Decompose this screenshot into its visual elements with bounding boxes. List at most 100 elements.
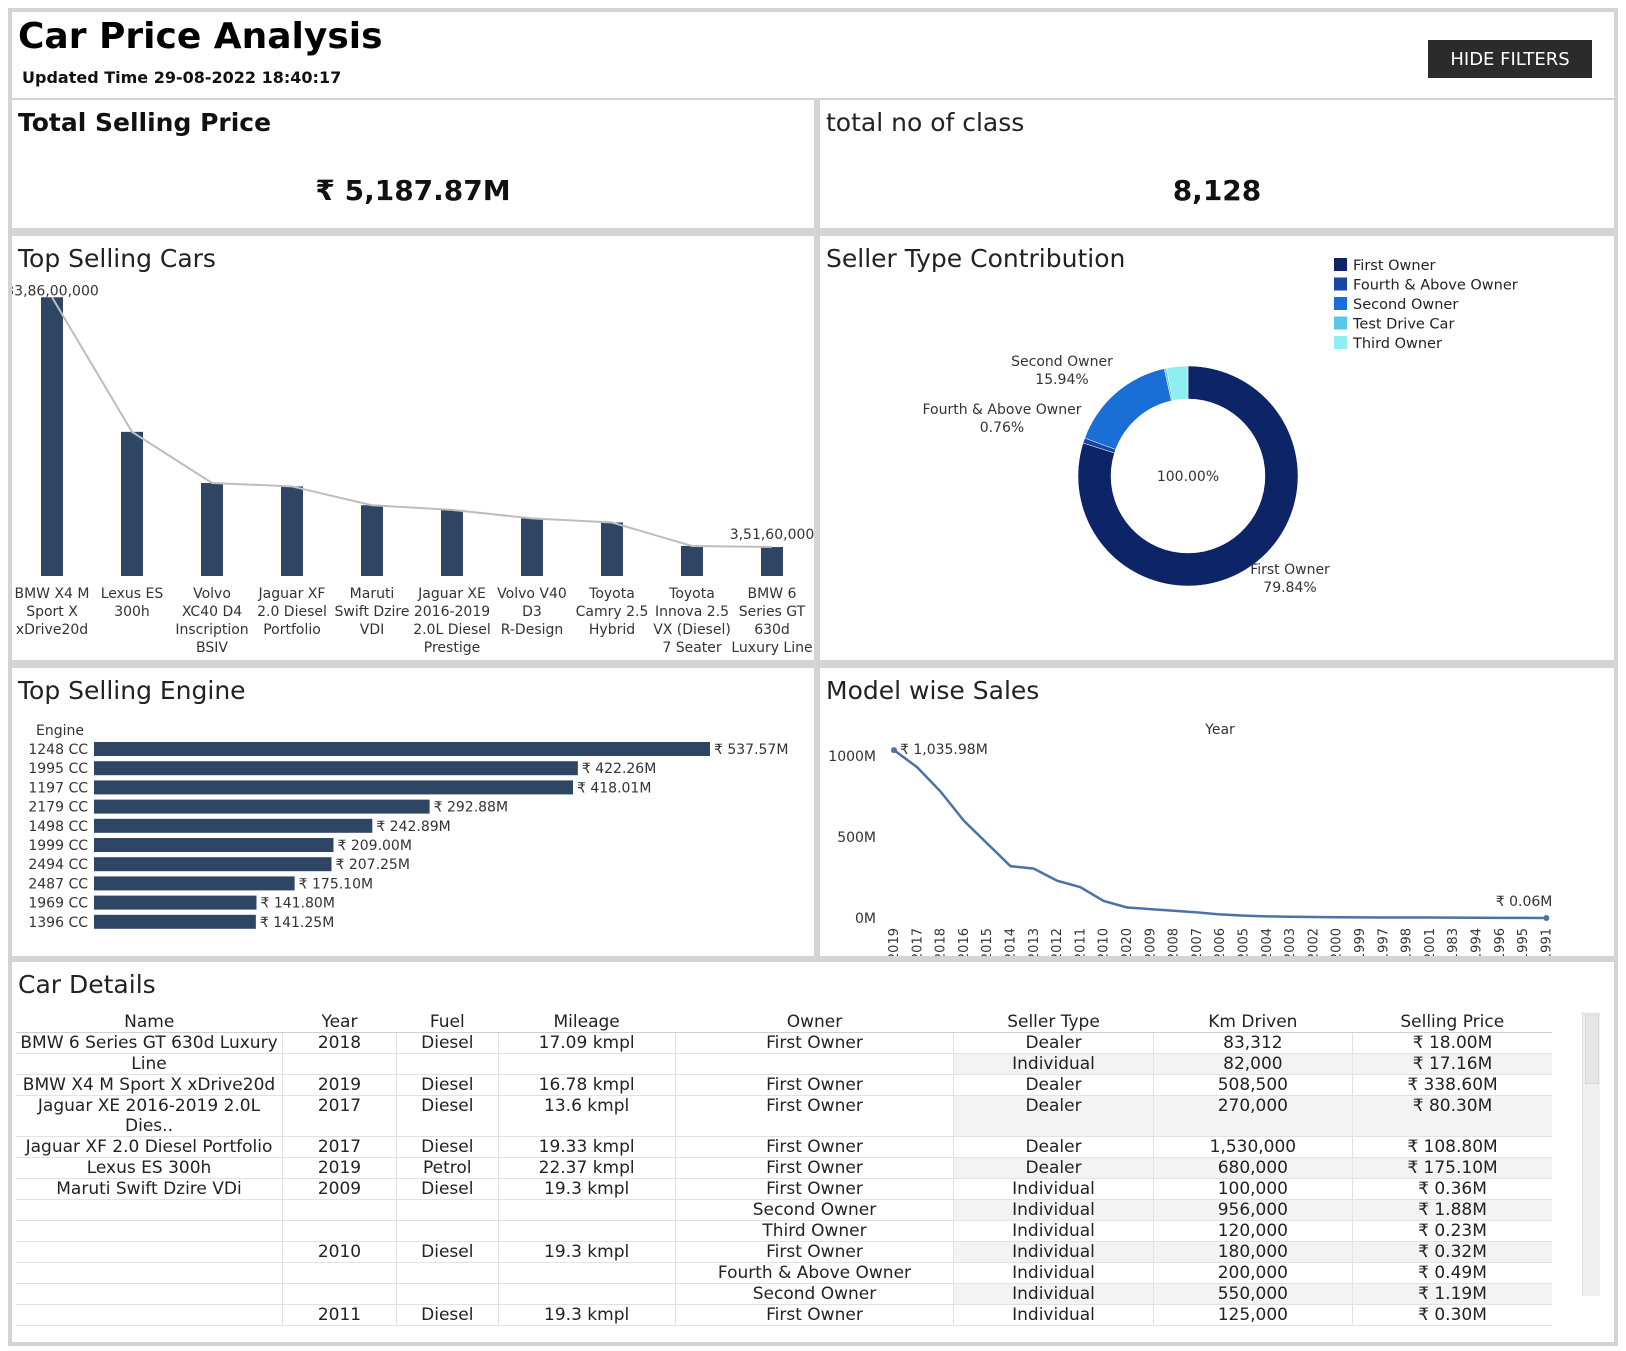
table-row[interactable]: Fourth & Above Owner Individual 200,000 ₹ 0… <box>16 1262 1552 1284</box>
category-label: 1197 CC <box>28 780 88 796</box>
table-cell-price: ₹ 1.88M <box>1352 1199 1552 1221</box>
column-header[interactable]: Mileage <box>498 1012 676 1033</box>
table-row[interactable]: 2010 Diesel 19.3 kmpl First Owner Individual… <box>16 1241 1552 1263</box>
kpi-title: total no of class <box>826 108 1025 137</box>
kpi-title: Total Selling Price <box>18 108 272 137</box>
category-label: 1995 CC <box>28 761 88 777</box>
x-tick-label: 2014 <box>1004 928 1019 956</box>
legend-label: Second Owner <box>1353 297 1458 313</box>
category-label: 300h <box>114 604 150 620</box>
category-label: Jaguar XF <box>258 586 326 602</box>
bar <box>441 509 463 576</box>
category-label: BMW X4 M <box>14 586 89 602</box>
bar <box>361 505 383 576</box>
x-tick-label: 2004 <box>1260 928 1275 956</box>
table-cell-fuel <box>395 1220 499 1242</box>
table-cell-seller: Individual <box>953 1178 1154 1200</box>
table-cell-year: 2019 <box>282 1157 397 1179</box>
x-tick-label: 1994 <box>1470 928 1485 956</box>
x-tick-label: 1997 <box>1376 928 1391 956</box>
kpi-value: ₹ 5,187.87M <box>315 174 511 207</box>
column-header[interactable]: Selling Price <box>1352 1012 1552 1033</box>
data-label: ₹ 1,035.98M <box>900 742 988 758</box>
table-cell-owner: First Owner <box>674 1074 954 1096</box>
table-row[interactable]: Maruti Swift Dzire VDi 2009 Diesel 19.3 kmp… <box>16 1178 1552 1200</box>
table-cell-price: ₹ 18.00M <box>1352 1032 1552 1054</box>
category-label: Swift Dzire <box>335 604 410 620</box>
table-cell-seller: Dealer <box>953 1136 1154 1158</box>
table-row[interactable]: 2011 Diesel 19.3 kmpl First Owner Individual… <box>16 1304 1552 1326</box>
table-cell-fuel: Diesel <box>395 1074 499 1096</box>
table-row[interactable]: Jaguar XE 2016-2019 2.0L Dies.. 2017 Diese… <box>16 1095 1552 1137</box>
category-label: Hybrid <box>589 622 635 638</box>
table-row[interactable]: Jaguar XF 2.0 Diesel Portfolio 2017 Diesel… <box>16 1136 1552 1158</box>
table-row[interactable]: Line Individual 82,000 ₹ 17.16M <box>16 1053 1552 1075</box>
category-label: Toyota <box>668 586 715 602</box>
category-label: 1969 CC <box>28 896 88 912</box>
table-cell-owner <box>674 1053 954 1075</box>
x-tick-label: 2020 <box>1120 928 1135 956</box>
column-header[interactable]: Year <box>282 1012 397 1033</box>
table-cell-km: 125,000 <box>1152 1304 1353 1326</box>
table-scrollbar[interactable] <box>1582 1012 1600 1296</box>
data-label: ₹ 209.00M <box>337 838 411 854</box>
slice-value-label: 0.76% <box>980 420 1024 436</box>
category-label: BSIV <box>196 640 228 656</box>
table-cell-name: Line <box>16 1053 283 1075</box>
table-cell-km: 1,530,000 <box>1152 1136 1353 1158</box>
data-label: ₹ 292.88M <box>434 800 508 816</box>
trend-line <box>51 296 773 549</box>
table-cell-seller: Individual <box>953 1053 1154 1075</box>
table-row[interactable]: BMW 6 Series GT 630d Luxury 2018 Diesel 17.… <box>16 1032 1552 1054</box>
table-cell-fuel: Diesel <box>395 1095 499 1137</box>
bar <box>41 297 63 576</box>
column-header[interactable]: Seller Type <box>953 1012 1154 1033</box>
column-header[interactable]: Fuel <box>396 1012 499 1033</box>
category-label: Luxury Line <box>731 640 812 656</box>
table-cell-mileage <box>497 1262 676 1284</box>
legend-swatch <box>1334 277 1347 291</box>
table-cell-seller: Individual <box>953 1283 1154 1305</box>
model-wise-sales-panel: Model wise Sales Year 0M 500M 1000M ₹ 1,035.… <box>820 668 1614 956</box>
table-row[interactable]: Second Owner Individual 956,000 ₹ 1.88M <box>16 1199 1552 1221</box>
x-tick-label: 1983 <box>1446 928 1461 956</box>
bar <box>681 545 703 576</box>
x-tick-label: 1995 <box>1516 928 1531 956</box>
column-header[interactable]: Owner <box>675 1012 954 1033</box>
x-tick-label: 2019 <box>887 928 902 956</box>
column-header[interactable]: Km Driven <box>1153 1012 1353 1033</box>
sales-line <box>893 749 1547 920</box>
table-row[interactable]: Lexus ES 300h 2019 Petrol 22.37 kmpl First O… <box>16 1157 1552 1179</box>
table-row[interactable]: BMW X4 M Sport X xDrive20d 2019 Diesel 16.7… <box>16 1074 1552 1096</box>
category-label: Volvo V40 <box>497 586 567 602</box>
scrollbar-thumb[interactable] <box>1585 1014 1599 1084</box>
seller-type-panel: Seller Type Contribution 100.00% First Ow… <box>820 236 1614 660</box>
bar <box>94 818 373 833</box>
table-header-row: Name Year Fuel Mileage Owner Seller Type Km Dr… <box>16 1012 1552 1033</box>
bar <box>94 857 332 872</box>
data-label: 33,86,00,000 <box>12 283 99 299</box>
table-cell-mileage: 13.6 kmpl <box>497 1095 676 1137</box>
bar <box>94 742 710 756</box>
table-cell-seller: Dealer <box>953 1074 1154 1096</box>
bar <box>201 482 223 576</box>
table-cell-seller: Individual <box>953 1199 1154 1221</box>
table-cell-seller: Individual <box>953 1241 1154 1263</box>
category-label: BMW 6 <box>748 586 797 602</box>
table-cell-name <box>16 1304 283 1326</box>
category-label: 1396 CC <box>28 915 88 931</box>
panel-title: Car Details <box>18 970 156 999</box>
x-axis-title: Year <box>1204 722 1235 738</box>
pie-slice <box>1084 368 1172 450</box>
column-header[interactable]: Name <box>16 1012 283 1033</box>
category-label: xDrive20d <box>16 622 88 638</box>
table-cell-km: 550,000 <box>1152 1283 1353 1305</box>
table-cell-year: 2011 <box>282 1304 397 1326</box>
table-row[interactable]: Third Owner Individual 120,000 ₹ 0.23M <box>16 1220 1552 1242</box>
table-row[interactable]: Second Owner Individual 550,000 ₹ 1.19M <box>16 1283 1552 1305</box>
data-point <box>1543 914 1550 921</box>
category-label: Toyota <box>588 586 635 602</box>
table-cell-name <box>16 1220 283 1242</box>
hide-filters-button[interactable]: HIDE FILTERS <box>1428 40 1592 78</box>
table-cell-owner: Fourth & Above Owner <box>674 1262 954 1284</box>
